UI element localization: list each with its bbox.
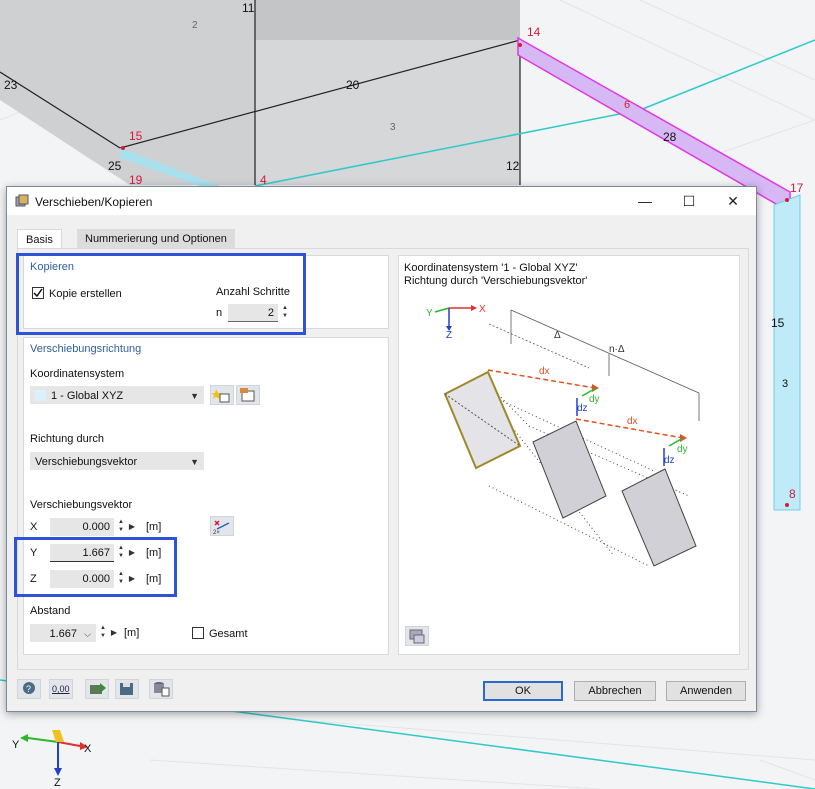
yz-highlight [14, 537, 177, 597]
member-label-12: 12 [506, 159, 520, 173]
member-label-6: 6 [624, 99, 630, 111]
tab-basis[interactable]: Basis [17, 229, 62, 250]
close-button[interactable]: ✕ [711, 187, 755, 215]
member-label-28: 28 [663, 130, 677, 144]
preview-dz1: dz [577, 403, 588, 414]
save-icon [120, 683, 133, 695]
node-label-8: 8 [789, 487, 796, 501]
edit-coord-system-button[interactable] [236, 385, 260, 405]
preview-ndelta: n·Δ [609, 344, 625, 355]
help-icon: ? [23, 682, 35, 694]
info-button[interactable] [149, 679, 173, 699]
member-label-23: 23 [4, 78, 18, 92]
abstand-value: 1.667 [49, 628, 77, 640]
node-label-17: 17 [790, 181, 804, 195]
preview-axis-x: X [479, 304, 486, 315]
apply-button[interactable]: Anwenden [666, 681, 746, 701]
node-label-4: 4 [260, 173, 267, 187]
abstand-spinner[interactable]: ▲ ▼ [98, 624, 108, 642]
tab-nummerierung[interactable]: Nummerierung und Optionen [77, 229, 235, 249]
tab-nummerierung-label: Nummerierung und Optionen [85, 233, 227, 245]
preview-dx1: dx [539, 366, 550, 377]
x-unit: [m] [146, 521, 162, 533]
chevron-down-icon: ▼ [190, 391, 199, 401]
node-label-15: 15 [129, 129, 143, 143]
move-copy-icon [15, 194, 29, 207]
preview-options-button[interactable] [405, 626, 429, 646]
verschiebung-panel: Verschiebungsrichtung Koordinatensystem … [23, 337, 389, 655]
preview-options-icon [409, 629, 425, 644]
surface-label-2: 2 [192, 20, 198, 31]
minimize-button[interactable]: — [623, 187, 667, 215]
edit-coord-icon [240, 388, 255, 402]
maximize-button[interactable]: ☐ [667, 187, 711, 215]
tab-basis-label: Basis [26, 234, 53, 246]
chevron-down-icon: ⌵ [84, 629, 91, 639]
richtung-select[interactable]: Verschiebungsvektor ▼ [30, 452, 204, 470]
vektor-label: Verschiebungsvektor [30, 499, 133, 511]
coord-color-swatch [35, 390, 46, 401]
richtung-label: Richtung durch [30, 433, 104, 445]
svg-text:Y: Y [12, 739, 20, 751]
pick-vector-icon: 2× [213, 520, 230, 536]
help-button[interactable]: ? [17, 679, 41, 699]
member-label-15: 15 [771, 316, 785, 330]
coord-value: 1 - Global XYZ [51, 390, 124, 402]
preview-panel: Koordinatensystem '1 - Global XYZ' Richt… [398, 255, 740, 655]
member-label-25: 25 [108, 159, 122, 173]
abstand-menu-arrow[interactable]: ▶ [110, 624, 118, 642]
node-label-19: 19 [129, 173, 143, 187]
x-input[interactable]: 0.000 [50, 518, 114, 536]
richtung-value: Verschiebungsvektor [35, 456, 138, 468]
load-icon [90, 683, 106, 694]
units-icon: 0,00 [52, 684, 70, 694]
preview-copy-1 [532, 420, 607, 519]
svg-text:2×: 2× [213, 530, 220, 535]
preview-diagram: X Y Z Δ n·Δ dx dx dy dz dy dz [426, 304, 700, 567]
x-label: X [30, 521, 38, 533]
units-button[interactable]: 0,00 [49, 679, 73, 699]
preview-delta: Δ [554, 330, 561, 341]
preview-dx2: dx [627, 416, 638, 427]
member-label-11: 11 [242, 1, 255, 15]
gesamt-checkbox[interactable] [192, 627, 204, 639]
preview-dy1: dy [589, 394, 600, 405]
abstand-unit: [m] [124, 627, 140, 639]
node-label-14: 14 [527, 25, 541, 39]
cancel-button[interactable]: Abbrechen [574, 681, 656, 701]
surface-label-column: 3 [782, 378, 788, 390]
verschiebung-title: Verschiebungsrichtung [30, 343, 142, 355]
model-column [773, 194, 801, 511]
preview-copy-2 [621, 468, 697, 567]
x-spinner[interactable]: ▲ ▼ [116, 518, 126, 536]
new-coord-icon [211, 389, 230, 403]
pick-vector-button[interactable]: 2× [210, 516, 234, 536]
member-label-20: 20 [346, 78, 360, 92]
chevron-down-icon: ▼ [190, 457, 199, 467]
load-settings-button[interactable] [85, 679, 109, 699]
x-menu-arrow[interactable]: ▶ [128, 518, 136, 536]
dialog-title: Verschieben/Kopieren [35, 195, 153, 209]
preview-axis-z: Z [446, 330, 452, 341]
preview-axis-y: Y [426, 308, 433, 319]
coord-label: Koordinatensystem [30, 368, 125, 380]
dialog-titlebar: Verschieben/Kopieren — ☐ ✕ [7, 187, 756, 215]
gesamt-label: Gesamt [209, 628, 248, 640]
abstand-label: Abstand [30, 605, 71, 617]
svg-text:?: ? [26, 684, 31, 694]
kopieren-highlight [16, 253, 306, 335]
surface-label-3: 3 [390, 122, 396, 133]
save-settings-button[interactable] [115, 679, 139, 699]
preview-dz2: dz [664, 455, 675, 466]
database-icon [154, 682, 170, 697]
svg-text:X: X [84, 743, 92, 755]
svg-text:Z: Z [54, 777, 61, 789]
coord-select[interactable]: 1 - Global XYZ ▼ [30, 386, 204, 404]
ok-button[interactable]: OK [483, 681, 563, 701]
move-copy-dialog: Verschieben/Kopieren — ☐ ✕ Basis Nummeri… [6, 186, 757, 712]
preview-dy2: dy [677, 444, 688, 455]
new-coord-system-button[interactable] [210, 385, 234, 405]
abstand-select[interactable]: 1.667 ⌵ [30, 624, 96, 642]
